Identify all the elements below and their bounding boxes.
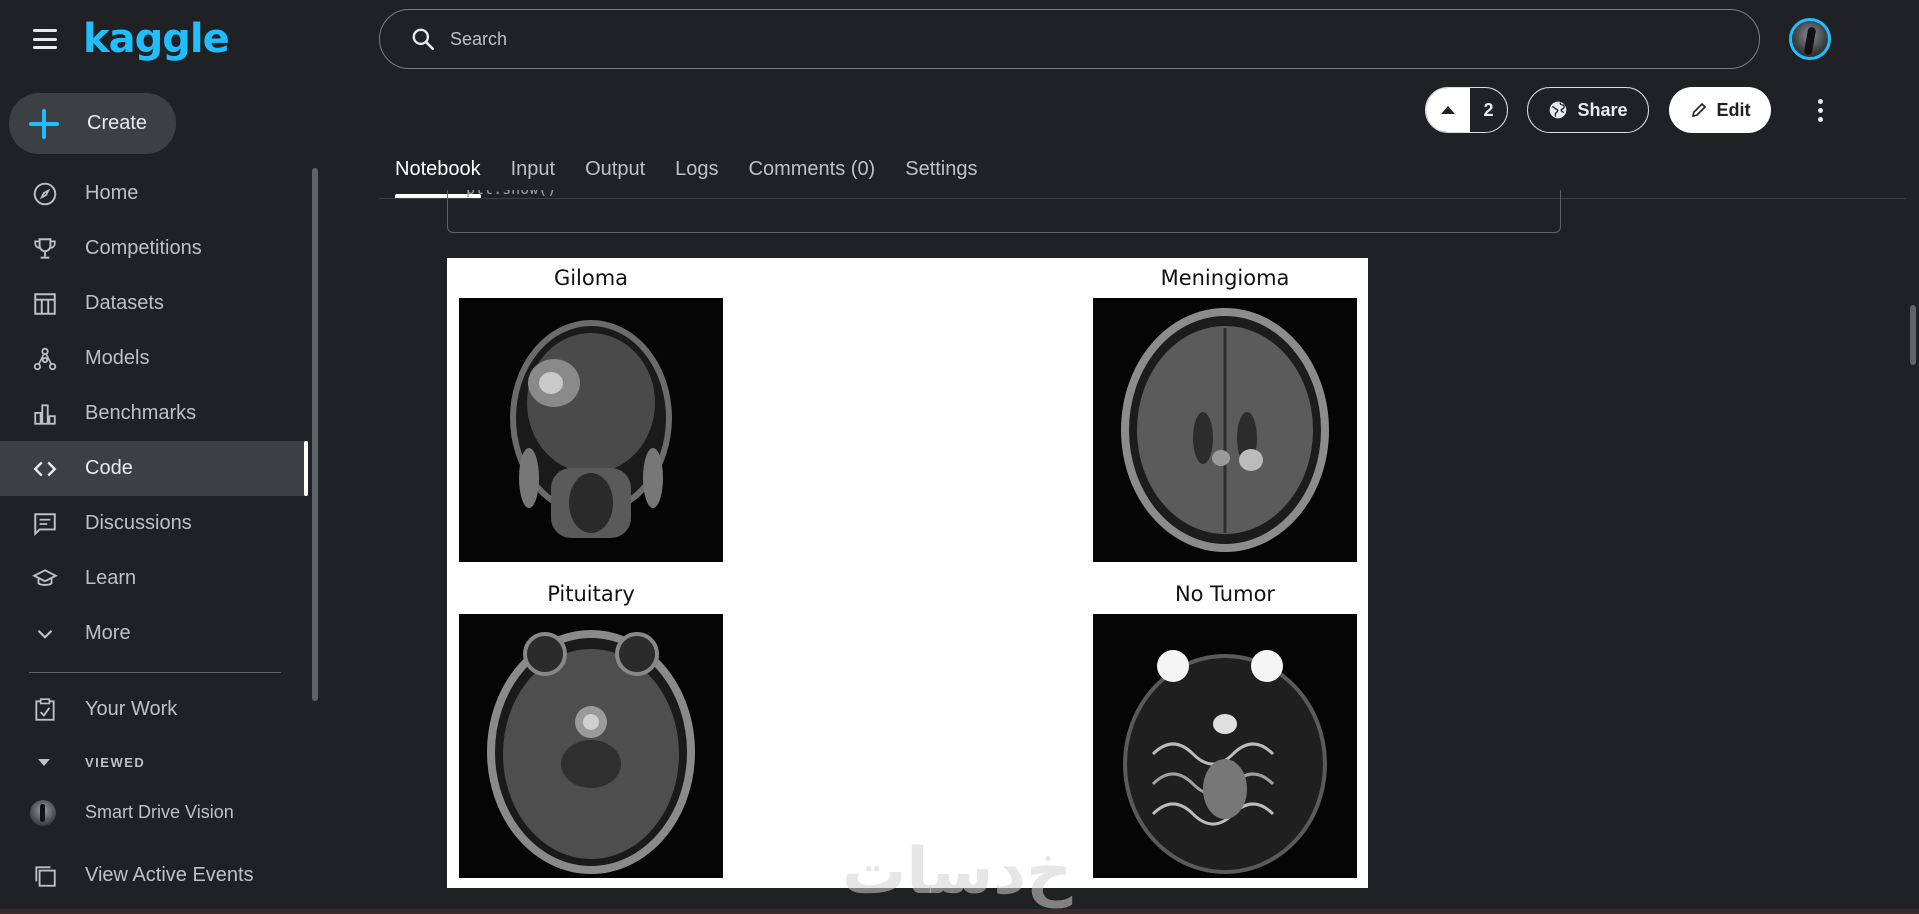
- sidebar-item-benchmarks[interactable]: Benchmarks: [0, 386, 308, 441]
- bar-chart-icon: [31, 400, 59, 428]
- code-icon: [31, 455, 59, 483]
- mri-image-no-tumor: [1093, 614, 1357, 878]
- panel-title-pituitary: Pituitary: [547, 582, 635, 606]
- sidebar-item-home[interactable]: Home: [0, 166, 308, 221]
- sidebar-item-label: Learn: [85, 567, 137, 589]
- trophy-icon: [31, 235, 59, 263]
- edit-label: Edit: [1716, 99, 1751, 120]
- sidebar-item-competitions[interactable]: Competitions: [0, 221, 308, 276]
- search-input[interactable]: [450, 28, 1650, 50]
- sidebar-divider: [29, 672, 281, 673]
- viewed-section-label: VIEWED: [85, 755, 146, 770]
- sidebar-item-label: View Active Events: [85, 864, 254, 886]
- upvote-arrow-icon: [1426, 88, 1470, 132]
- chevron-down-icon: [31, 620, 59, 648]
- code-text: plt.show(): [466, 190, 556, 198]
- view-active-events[interactable]: View Active Events: [0, 848, 308, 903]
- models-icon: [31, 345, 59, 373]
- share-button[interactable]: Share: [1527, 87, 1649, 133]
- watermark-logo: خ‌دسات: [842, 835, 1073, 909]
- sidebar-item-label: Discussions: [85, 512, 192, 534]
- school-icon: [31, 565, 59, 593]
- more-options-icon[interactable]: [1806, 93, 1834, 127]
- sidebar-item-label: Home: [85, 182, 139, 204]
- panel-title-giloma: Giloma: [553, 266, 629, 290]
- create-button[interactable]: Create: [9, 93, 176, 154]
- sidebar-item-label: Models: [85, 347, 150, 369]
- sidebar-scrollbar[interactable]: [312, 168, 318, 701]
- sidebar-item-label: Competitions: [85, 237, 202, 259]
- sidebar-item-label: Benchmarks: [85, 402, 197, 424]
- panel-title-meningioma: Meningioma: [1160, 266, 1290, 290]
- sidebar-item-code[interactable]: Code: [0, 441, 308, 496]
- user-avatar[interactable]: [1789, 18, 1831, 60]
- menu-icon[interactable]: [28, 26, 62, 52]
- sidebar-item-models[interactable]: Models: [0, 331, 308, 386]
- clipboard-check-icon: [31, 696, 59, 724]
- sidebar-item-learn[interactable]: Learn: [0, 551, 308, 606]
- panel-title-no-tumor: No Tumor: [1174, 582, 1276, 606]
- sidebar-item-datasets[interactable]: Datasets: [0, 276, 308, 331]
- caret-down-icon[interactable]: [38, 759, 50, 766]
- viewed-item-smart-drive-vision[interactable]: Smart Drive Vision: [0, 785, 308, 840]
- sidebar-item-your-work[interactable]: Your Work: [0, 682, 308, 737]
- vote-count: 2: [1483, 99, 1494, 120]
- main-scrollbar[interactable]: [1910, 305, 1916, 365]
- mri-image-pituitary: [459, 614, 723, 878]
- table-icon: [31, 290, 59, 318]
- create-label: Create: [87, 112, 148, 134]
- sidebar-item-label: Code: [85, 457, 133, 479]
- upvote-button[interactable]: 2: [1425, 87, 1508, 133]
- sidebar-item-label: Datasets: [85, 292, 164, 314]
- compass-icon: [31, 180, 59, 208]
- active-indicator: [304, 441, 308, 496]
- plus-icon: [29, 108, 59, 139]
- copy-icon: [31, 862, 59, 890]
- search-icon: [412, 28, 435, 51]
- mri-image-giloma: [459, 298, 723, 562]
- code-cell[interactable]: plt.show(): [447, 190, 1561, 233]
- output-figure: Giloma Meningioma Pituitary No Tumor: [447, 258, 1368, 888]
- globe-icon: [1550, 101, 1567, 119]
- kaggle-logo[interactable]: kaggle: [83, 16, 230, 62]
- search-bar[interactable]: [379, 9, 1760, 69]
- sidebar-item-discussions[interactable]: Discussions: [0, 496, 308, 551]
- pencil-icon: [1691, 102, 1706, 118]
- sidebar-item-more[interactable]: More: [0, 606, 308, 661]
- edit-button[interactable]: Edit: [1669, 87, 1771, 133]
- sidebar-item-label: More: [85, 622, 131, 644]
- share-label: Share: [1577, 99, 1628, 120]
- viewed-item-label: Smart Drive Vision: [85, 802, 234, 822]
- mri-image-meningioma: [1093, 298, 1357, 562]
- sidebar-item-label: Your Work: [85, 698, 178, 720]
- comment-icon: [31, 510, 59, 538]
- bottom-strip: [0, 909, 1919, 914]
